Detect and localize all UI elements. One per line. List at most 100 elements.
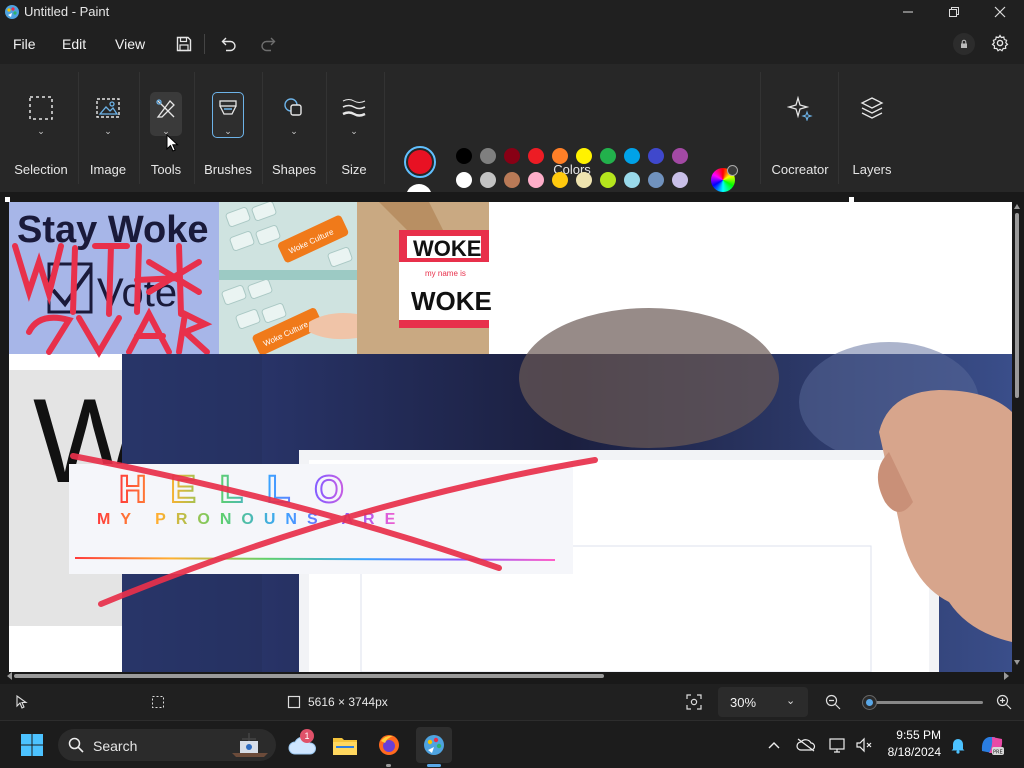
color-swatch[interactable] bbox=[504, 172, 520, 188]
chevron-down-icon: ⌄ bbox=[104, 126, 112, 136]
status-bar: 5616 × 3744px 30% ⌄ bbox=[0, 684, 1024, 720]
zoom-dropdown[interactable]: 30% ⌄ bbox=[718, 687, 808, 717]
canvas-dimensions: 5616 × 3744px bbox=[308, 695, 388, 709]
show-hidden-icons-button[interactable] bbox=[758, 729, 790, 761]
lock-icon bbox=[961, 39, 967, 48]
image-group[interactable]: ⌄ Image bbox=[80, 64, 136, 192]
windows-logo-icon bbox=[21, 734, 43, 756]
horizontal-scroll-thumb[interactable] bbox=[14, 674, 604, 678]
zoom-out-button[interactable] bbox=[825, 694, 841, 710]
colors-label: Colors bbox=[553, 162, 591, 177]
layers-label: Layers bbox=[852, 162, 892, 177]
color-swatch[interactable] bbox=[552, 172, 568, 188]
image-icon bbox=[90, 90, 126, 126]
minimize-button[interactable] bbox=[885, 0, 931, 24]
color-swatch[interactable] bbox=[504, 148, 520, 164]
minimize-icon bbox=[903, 11, 913, 13]
paint-taskbar-button[interactable] bbox=[416, 727, 452, 763]
menu-edit[interactable]: Edit bbox=[62, 36, 86, 52]
drawing-canvas[interactable]: Stay Woke Vote Woke Culture Woke Culture… bbox=[9, 202, 1012, 672]
color-swatch[interactable] bbox=[456, 148, 472, 164]
color-swatch[interactable] bbox=[576, 172, 592, 188]
color-swatch[interactable] bbox=[600, 172, 616, 188]
file-explorer-button[interactable] bbox=[329, 729, 361, 761]
chevron-down-icon: ⌄ bbox=[350, 126, 358, 136]
paint-icon bbox=[424, 735, 444, 755]
color-swatch[interactable] bbox=[672, 148, 688, 164]
start-button[interactable] bbox=[16, 729, 48, 761]
color-swatch[interactable] bbox=[624, 172, 640, 188]
scroll-down-icon bbox=[1014, 660, 1020, 665]
ribbon-divider bbox=[262, 72, 263, 184]
ribbon-divider bbox=[760, 72, 761, 184]
close-button[interactable] bbox=[977, 0, 1023, 24]
firefox-button[interactable] bbox=[373, 729, 405, 761]
shapes-group[interactable]: ⌄ Shapes bbox=[264, 64, 324, 192]
brushes-group[interactable]: ⌄ Brushes bbox=[196, 64, 260, 192]
notifications-button[interactable] bbox=[942, 729, 974, 761]
search-highlight-icon bbox=[232, 733, 268, 757]
account-button[interactable] bbox=[953, 33, 975, 55]
undo-button[interactable] bbox=[217, 32, 241, 56]
color-swatch[interactable] bbox=[672, 172, 688, 188]
clock-time[interactable]: 9:55 PM bbox=[885, 728, 941, 742]
plus-icon bbox=[727, 165, 738, 176]
color-swatch[interactable] bbox=[648, 148, 664, 164]
fit-to-window-button[interactable] bbox=[686, 694, 702, 710]
vertical-scrollbar[interactable] bbox=[1014, 203, 1020, 668]
size-group[interactable]: ⌄ Size bbox=[328, 64, 380, 192]
restore-button[interactable] bbox=[931, 0, 977, 24]
color-swatch[interactable] bbox=[456, 172, 472, 188]
taskbar-search[interactable]: Search bbox=[58, 729, 276, 761]
monitor-icon bbox=[829, 738, 845, 753]
running-indicator bbox=[386, 764, 391, 767]
folder-icon bbox=[333, 738, 357, 755]
onedrive-button[interactable] bbox=[790, 729, 822, 761]
chevron-down-icon: ⌄ bbox=[290, 126, 298, 136]
primary-color-button[interactable] bbox=[404, 146, 436, 178]
vertical-scroll-thumb[interactable] bbox=[1015, 213, 1019, 398]
color-swatch[interactable] bbox=[528, 172, 544, 188]
notification-badge: 1 bbox=[300, 729, 314, 743]
blurred-face bbox=[519, 308, 779, 448]
selection-group[interactable]: ⌄ Selection bbox=[6, 64, 76, 192]
size-icon bbox=[336, 90, 372, 126]
cocreator-group[interactable]: Cocreator bbox=[764, 64, 836, 192]
copilot-button[interactable]: PRE bbox=[976, 729, 1008, 761]
layers-group[interactable]: Layers bbox=[842, 64, 902, 192]
copilot-icon: PRE bbox=[981, 737, 1004, 756]
color-swatch[interactable] bbox=[576, 148, 592, 164]
color-swatch[interactable] bbox=[552, 148, 568, 164]
zoom-value: 30% bbox=[730, 695, 757, 710]
zoom-slider-thumb[interactable] bbox=[862, 696, 876, 709]
firefox-icon bbox=[379, 735, 399, 755]
color-swatch[interactable] bbox=[600, 148, 616, 164]
color-swatch[interactable] bbox=[624, 148, 640, 164]
color-swatch[interactable] bbox=[480, 172, 496, 188]
cocreator-label: Cocreator bbox=[771, 162, 829, 177]
volume-button[interactable] bbox=[848, 729, 880, 761]
search-icon bbox=[68, 737, 84, 753]
color-swatch[interactable] bbox=[528, 148, 544, 164]
redo-button[interactable] bbox=[256, 32, 280, 56]
zoom-slider-track[interactable] bbox=[863, 701, 983, 704]
settings-button[interactable] bbox=[988, 31, 1012, 55]
zoom-in-button[interactable] bbox=[996, 694, 1012, 710]
keyboard-divider bbox=[219, 270, 357, 280]
paint-app-icon bbox=[5, 5, 19, 19]
menu-file[interactable]: File bbox=[13, 36, 36, 52]
color-swatch[interactable] bbox=[480, 148, 496, 164]
menu-view[interactable]: View bbox=[115, 36, 145, 52]
color-picker-button[interactable] bbox=[711, 165, 738, 192]
title-bar: Untitled - Paint bbox=[0, 0, 1024, 24]
selection-size-icon bbox=[150, 694, 166, 710]
save-icon bbox=[176, 36, 192, 52]
ribbon: ⌄ Selection ⌄ Image ⌄ Tools ⌄ Brushes ⌄ … bbox=[0, 64, 1024, 212]
color-swatch[interactable] bbox=[648, 172, 664, 188]
ribbon-divider bbox=[194, 72, 195, 184]
tools-group[interactable]: ⌄ Tools bbox=[141, 64, 191, 192]
save-button[interactable] bbox=[172, 32, 196, 56]
horizontal-scrollbar[interactable] bbox=[6, 672, 1012, 680]
clock-date[interactable]: 8/18/2024 bbox=[885, 745, 941, 759]
active-app-indicator bbox=[427, 764, 441, 767]
